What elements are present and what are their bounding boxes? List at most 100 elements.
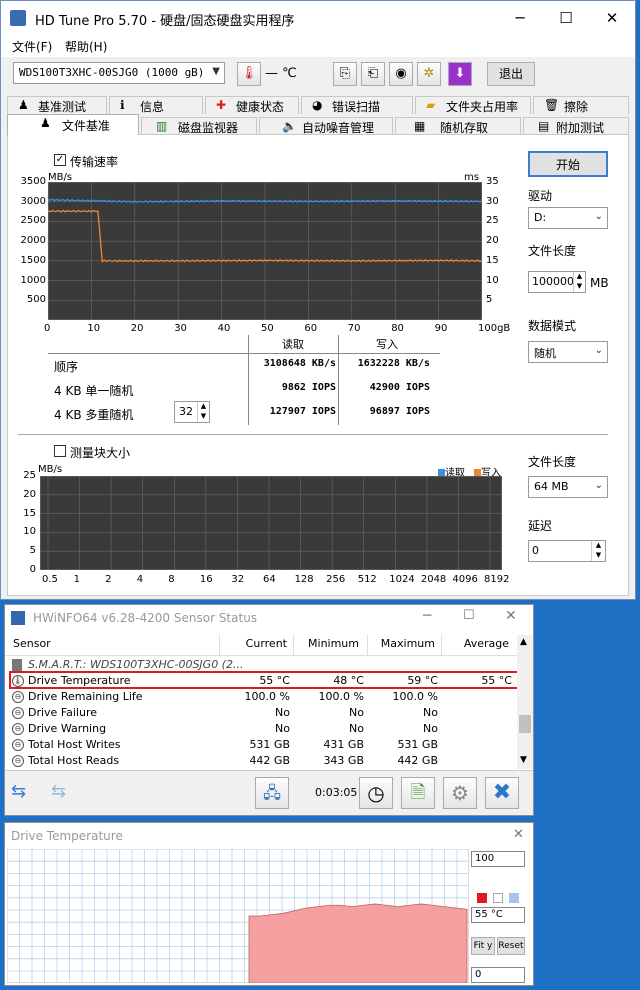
test-icon: ▤	[538, 119, 550, 133]
collapse-arrows-icon[interactable]: ⇆	[51, 781, 66, 802]
x-tick-label: 0	[44, 323, 51, 334]
file-length2-label: 文件长度	[528, 455, 577, 469]
fit-y-button[interactable]: Fit y	[471, 937, 495, 955]
spin-up-icon[interactable]: ▲	[591, 541, 605, 551]
scroll-down-icon[interactable]: ▼	[520, 755, 527, 765]
tab-error-scan[interactable]: ◕ 错误扫描	[301, 96, 413, 114]
spin-up-icon[interactable]: ▲	[197, 402, 209, 412]
hdtune-title: HD Tune Pro 5.70 - 硬盘/固态硬盘实用程序	[35, 14, 295, 29]
tab-disk-monitor[interactable]: ▥ 磁盘监视器	[141, 117, 257, 135]
copy-icon[interactable]: ⎘	[333, 62, 357, 86]
network-icon[interactable]: 🖧	[255, 777, 289, 809]
hwinfo-maximize-button[interactable]: ☐	[463, 608, 475, 623]
sensor-row[interactable]: ⊖ Drive Failure No No No	[6, 705, 518, 721]
sensor-maximum: 100.0 %	[392, 690, 438, 703]
x-tick-label: 40	[217, 323, 231, 334]
color-swatch-red[interactable]	[477, 893, 487, 903]
sensor-row[interactable]: ⊖ Drive Warning No No No	[6, 721, 518, 737]
exit-button[interactable]: 退出	[487, 62, 535, 86]
graph-max-field[interactable]: 100	[471, 851, 525, 867]
scroll-thumb[interactable]	[519, 715, 531, 733]
file-length-spinner[interactable]: 100000 ▲ ▼	[528, 271, 586, 293]
sensor-row[interactable]: ⊖ Total Host Writes 531 GB 431 GB 531 GB	[6, 737, 518, 753]
scroll-up-icon[interactable]: ▲	[520, 637, 527, 647]
info-icon: ℹ	[120, 98, 125, 112]
hwinfo-minimize-button[interactable]: ─	[423, 608, 431, 624]
close-x-icon[interactable]: ✖	[485, 777, 519, 809]
spin-down-icon[interactable]: ▼	[197, 412, 209, 422]
reset-button[interactable]: Reset	[497, 937, 525, 955]
tab-benchmark[interactable]: ♟ 基准测试	[7, 96, 107, 114]
transfer-rate-checkbox[interactable]: ✓	[54, 154, 66, 166]
camera-icon[interactable]: ◉	[389, 62, 413, 86]
tab-aam[interactable]: 🔈 自动噪音管理	[259, 117, 393, 135]
file-length2-select[interactable]: 64 MB ⌄	[528, 476, 608, 498]
block-x-tick-label: 4	[136, 574, 144, 585]
graph-close-button[interactable]: ✕	[513, 827, 524, 842]
spin-up-icon[interactable]: ▲	[573, 272, 585, 282]
block-size-checkbox[interactable]	[54, 445, 66, 457]
col-sep-3	[367, 635, 368, 655]
col-current[interactable]: Current	[235, 637, 287, 657]
drive-letter-select[interactable]: D: ⌄	[528, 207, 608, 229]
hdtune-menubar: 文件(F) 帮助(H)	[1, 35, 635, 57]
settings-gear-icon[interactable]: ⚙	[443, 777, 477, 809]
copy-info-icon[interactable]: ⎗	[361, 62, 385, 86]
sensor-minimum: No	[349, 706, 364, 719]
block-y-tick-label: 20	[23, 488, 36, 500]
x-tick-label: 90	[434, 323, 448, 334]
hwinfo-close-button[interactable]: ✕	[505, 608, 517, 624]
file-length-value: 100000	[532, 275, 574, 288]
data-mode-select[interactable]: 随机 ⌄	[528, 341, 608, 363]
minimize-button[interactable]: ─	[497, 1, 543, 35]
scan-icon: ◕	[312, 98, 323, 112]
close-button[interactable]: ✕	[589, 1, 635, 35]
thermometer-icon[interactable]: 🌡	[237, 62, 261, 86]
expand-arrows-icon[interactable]: ⇆	[11, 781, 26, 802]
sensor-minimum: 431 GB	[323, 738, 364, 751]
graph-min-field[interactable]: 0	[471, 967, 525, 983]
sensor-group-name: S.M.A.R.T.: WDS100T3XHC-00SJG0 (2...	[28, 658, 244, 671]
block-x-tick-label: 1024	[389, 574, 415, 585]
tab-info[interactable]: ℹ 信息	[109, 96, 203, 114]
col-maximum[interactable]: Maximum	[377, 637, 435, 657]
hwinfo-scrollbar[interactable]: ▲ ▼	[517, 635, 533, 769]
start-button[interactable]: 开始	[528, 151, 608, 177]
temperature-graph-window: Drive Temperature ✕ 100 55 °C Fit y Rese…	[4, 822, 534, 986]
col-sep-2	[293, 635, 294, 655]
hdtune-titlebar: HD Tune Pro 5.70 - 硬盘/固态硬盘实用程序 ─ ☐ ✕	[1, 1, 635, 35]
sensor-row[interactable]: ⊖ Total Host Reads 442 GB 343 GB 442 GB	[6, 753, 518, 769]
color-swatch-white[interactable]	[493, 893, 503, 903]
sensor-row[interactable]: ⊖ Drive Remaining Life 100.0 % 100.0 % 100.0…	[6, 689, 518, 705]
tab-folder-usage[interactable]: ▰ 文件夹占用率	[415, 96, 531, 114]
tab-health[interactable]: ✚ 健康状态	[205, 96, 299, 114]
spin-down-icon[interactable]: ▼	[573, 282, 585, 292]
maximize-button[interactable]: ☐	[543, 1, 589, 35]
delay-spinner[interactable]: 0 ▲ ▼	[528, 540, 606, 562]
plus-icon: ✚	[216, 98, 227, 112]
block-x-tick-label: 1	[73, 574, 80, 585]
options-icon[interactable]: ✲	[417, 62, 441, 86]
queue-depth-spinner[interactable]: 32 ▲ ▼	[174, 401, 210, 423]
menu-help[interactable]: 帮助(H)	[65, 38, 107, 55]
color-swatch-blue[interactable]	[509, 893, 519, 903]
report-icon[interactable]: 🗎	[401, 777, 435, 809]
dice-icon: ▦	[414, 119, 426, 133]
tab-random-access[interactable]: ▦ 随机存取	[395, 117, 521, 135]
chevron-down-icon: ⌄	[594, 211, 603, 222]
tab-file-benchmark[interactable]: ♟ 文件基准	[7, 114, 139, 135]
block-y-tick-label: 10	[23, 526, 36, 538]
col-sensor[interactable]: Sensor	[13, 637, 51, 657]
tab-erase[interactable]: 🗑 擦除	[533, 96, 629, 114]
tab-extra-tests[interactable]: ▤ 附加测试	[523, 117, 629, 135]
tab-label: 健康状态	[236, 100, 285, 114]
drive-label: 驱动	[528, 189, 553, 203]
spin-down-icon[interactable]: ▼	[591, 551, 605, 561]
drive-select[interactable]: WDS100T3XHC-00SJG0 (1000 gB) ▼	[13, 62, 225, 84]
clock-icon[interactable]: ◷	[359, 777, 393, 809]
col-minimum[interactable]: Minimum	[305, 637, 359, 657]
download-icon[interactable]: ⬇	[448, 62, 472, 86]
menu-file[interactable]: 文件(F)	[12, 38, 52, 55]
col-average[interactable]: Average	[455, 637, 509, 657]
sensor-current: No	[275, 722, 290, 735]
